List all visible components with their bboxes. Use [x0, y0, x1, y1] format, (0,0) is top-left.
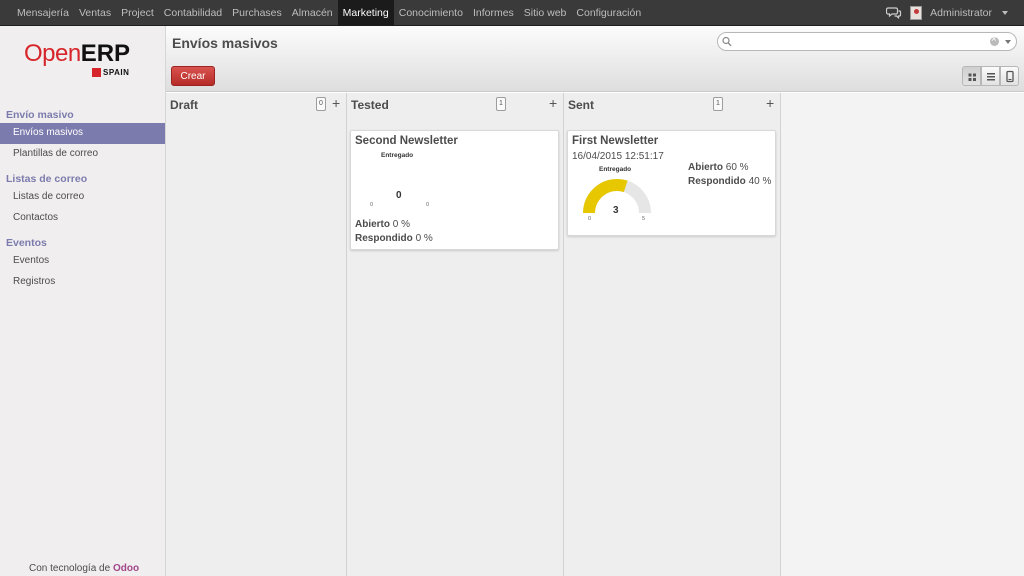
sidebar-item-envios-masivos[interactable]: Envíos masivos: [0, 123, 165, 144]
menu-mensajeria[interactable]: Mensajería: [12, 0, 74, 26]
replied-stat: Respondido 40 %: [688, 176, 771, 187]
logo-text-spain: SPAIN: [103, 68, 130, 77]
menu-project[interactable]: Project: [116, 0, 159, 26]
gauge-fill: [583, 179, 628, 214]
view-header: Envíos masivos Crear: [166, 26, 1024, 92]
kanban-column-draft: Draft 0 +: [166, 93, 347, 576]
gauge-label: Entregado: [599, 166, 632, 173]
opened-label: Abierto: [688, 162, 723, 173]
column-title: Sent: [568, 98, 595, 112]
form-view-button[interactable]: [1000, 66, 1019, 86]
search-box[interactable]: [717, 32, 1017, 51]
kanban-view-button[interactable]: [962, 66, 981, 86]
column-add-button[interactable]: +: [766, 95, 774, 111]
gauge-min: 0: [370, 202, 374, 208]
chat-icon[interactable]: [886, 6, 902, 20]
replied-stat: Respondido 0 %: [355, 233, 433, 244]
powered-by-text: Con tecnología de: [29, 563, 111, 574]
logo-text-erp: ERP: [80, 40, 131, 67]
sidebar-section-eventos: Eventos: [6, 237, 47, 249]
column-count-badge: 1: [496, 97, 506, 111]
replied-label: Respondido: [688, 176, 746, 187]
menu-contabilidad[interactable]: Contabilidad: [159, 0, 227, 26]
replied-value: 40 %: [748, 176, 772, 187]
sidebar-item-registros[interactable]: Registros: [0, 272, 165, 293]
openerp-spain-logo[interactable]: OpenERP SPAIN: [24, 40, 144, 80]
menu-purchases[interactable]: Purchases: [227, 0, 287, 26]
list-view-button[interactable]: [981, 66, 1000, 86]
column-count-badge: 1: [713, 97, 723, 111]
menu-conocimiento[interactable]: Conocimiento: [394, 0, 468, 26]
user-area: Administrator: [886, 0, 1008, 26]
chevron-down-icon[interactable]: [1002, 11, 1008, 15]
kanban-column-sent: Sent 1 + First Newsletter 16/04/2015 12:…: [564, 93, 781, 576]
kanban-empty-area: [781, 93, 1024, 576]
menu-informes[interactable]: Informes: [468, 0, 519, 26]
column-title: Tested: [351, 98, 389, 112]
column-add-button[interactable]: +: [549, 95, 557, 111]
sidebar-nav: Envío masivo Envíos masivos Plantillas d…: [0, 107, 165, 293]
menu-almacen[interactable]: Almacén: [287, 0, 338, 26]
kanban-card-second-newsletter[interactable]: Second Newsletter Entregado 0 0 0 Abiert…: [350, 130, 559, 250]
list-icon: [987, 73, 995, 81]
top-menu: Mensajería Ventas Project Contabilidad P…: [12, 0, 646, 26]
gauge-max: 0: [426, 202, 430, 208]
sidebar-item-eventos[interactable]: Eventos: [0, 251, 165, 272]
card-date: 16/04/2015 12:51:17: [572, 151, 664, 162]
menu-ventas[interactable]: Ventas: [74, 0, 116, 26]
column-count-badge: 0: [316, 97, 326, 111]
menu-marketing[interactable]: Marketing: [337, 0, 394, 26]
kanban-grid-icon: [968, 73, 976, 81]
clear-search-icon[interactable]: [990, 34, 999, 46]
logo-text-open: Open: [24, 40, 81, 67]
replied-label: Respondido: [355, 233, 413, 244]
opened-value: 60 %: [725, 162, 749, 173]
menu-sitio-web[interactable]: Sitio web: [519, 0, 572, 26]
search-icon: [722, 36, 732, 48]
form-icon: [1006, 70, 1014, 83]
view-switcher: [962, 66, 1019, 86]
user-name[interactable]: Administrator: [930, 7, 992, 19]
opened-stat: Abierto 0 %: [355, 219, 410, 230]
logo-red-square: [92, 68, 101, 77]
sidebar-item-listas-correo[interactable]: Listas de correo: [0, 187, 165, 208]
column-add-button[interactable]: +: [332, 95, 340, 111]
create-button[interactable]: Crear: [171, 66, 215, 86]
sidebar-section-envio-masivo: Envío masivo: [6, 109, 74, 121]
gauge-value: 3: [613, 205, 619, 216]
card-title: Second Newsletter: [355, 135, 458, 147]
kanban-card-first-newsletter[interactable]: First Newsletter 16/04/2015 12:51:17 Ent…: [567, 130, 776, 236]
gauge-label: Entregado: [381, 152, 414, 159]
kanban-column-tested: Tested 1 + Second Newsletter Entregado 0…: [347, 93, 564, 576]
opened-label: Abierto: [355, 219, 390, 230]
sidebar-item-contactos[interactable]: Contactos: [0, 208, 165, 229]
card-title: First Newsletter: [572, 135, 659, 147]
kanban-board: Draft 0 + Tested 1 + Second Newsletter E…: [166, 93, 1024, 576]
page-title: Envíos masivos: [172, 35, 278, 51]
gauge-max: 5: [642, 216, 646, 222]
sidebar-section-listas-correo: Listas de correo: [6, 173, 88, 185]
odoo-link[interactable]: Odoo: [113, 563, 139, 574]
logo-subline: SPAIN: [92, 68, 129, 77]
gauge-min: 0: [588, 216, 592, 222]
search-options-chevron-icon[interactable]: [1005, 40, 1011, 44]
search-input[interactable]: [734, 35, 994, 49]
user-avatar[interactable]: [910, 6, 923, 20]
column-title: Draft: [170, 98, 199, 112]
opened-stat: Abierto 60 %: [688, 162, 749, 173]
top-navbar: Mensajería Ventas Project Contabilidad P…: [0, 0, 1024, 26]
replied-value: 0 %: [415, 233, 433, 244]
gauge-value: 0: [396, 190, 402, 201]
sidebar: OpenERP SPAIN Envío masivo Envíos masivo…: [0, 26, 166, 576]
opened-value: 0 %: [392, 219, 411, 230]
powered-by: Con tecnología de Odoo: [29, 563, 139, 574]
menu-configuracion[interactable]: Configuración: [571, 0, 646, 26]
sidebar-item-plantillas-correo[interactable]: Plantillas de correo: [0, 144, 165, 165]
